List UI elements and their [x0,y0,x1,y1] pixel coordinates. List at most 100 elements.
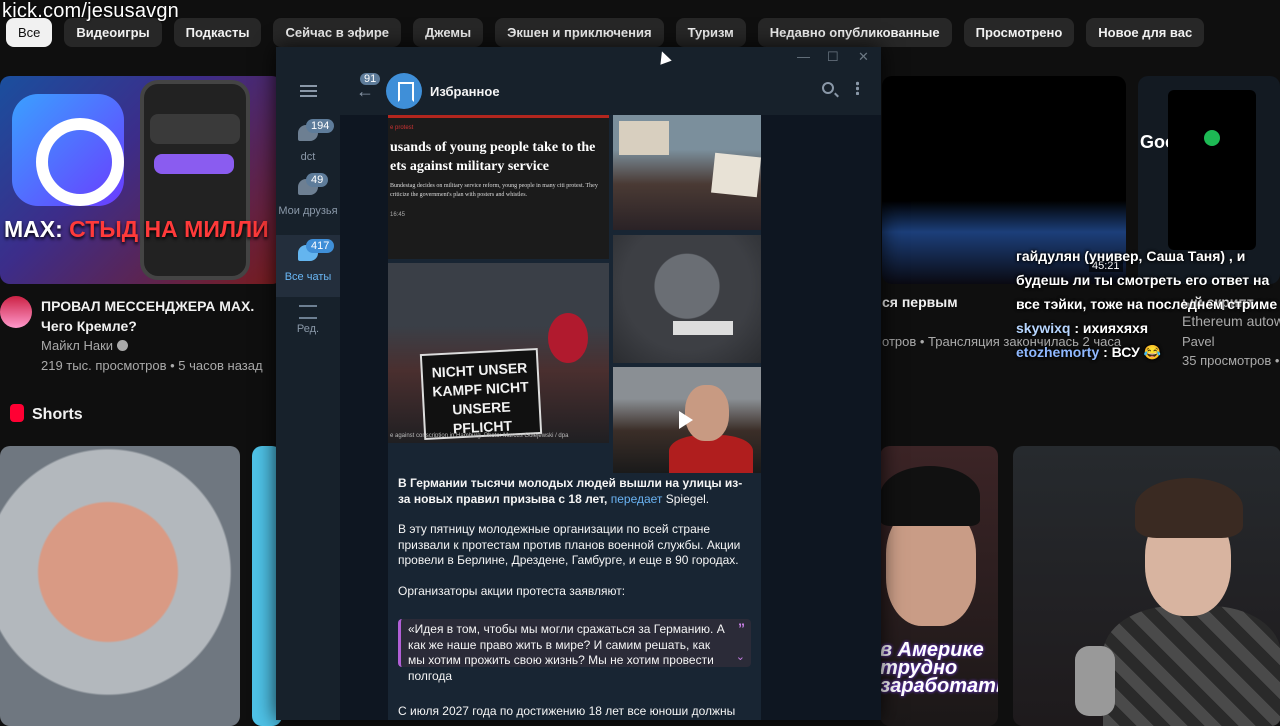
video-title[interactable]: ся первым [882,294,958,310]
crowd-photo[interactable] [613,235,761,363]
quote-text: «Идея в том, чтобы мы могли сражаться за… [408,622,725,683]
protest-photo[interactable] [613,115,761,230]
folder-label: Ред. [296,323,320,335]
unread-badge: 417 [306,239,335,253]
play-icon[interactable] [679,411,693,429]
category-chips: Все Видеоигры Подкасты Сейчас в эфире Дж… [6,18,1205,47]
media-album[interactable]: e protest usands of young people take to… [388,115,761,473]
message-paragraph: С июля 2027 года по достижению 18 лет вс… [398,704,736,718]
thumbnail-caption: MAX: СТЫД НА МИЛЛИ [4,216,269,243]
chip-tourism[interactable]: Туризм [675,18,746,47]
max-logo-icon [12,94,124,206]
chip-live[interactable]: Сейчас в эфире [273,18,402,47]
folder-all-chats[interactable]: 417 Все чаты [276,235,340,297]
folder-dct[interactable]: 194 dct [276,115,340,177]
folder-edit[interactable]: Ред. [276,299,340,361]
chip-podcasts[interactable]: Подкасты [173,18,262,47]
chat-user: skywixq [1016,320,1071,336]
search-icon[interactable] [822,82,834,94]
article-lede: Bundestag decides on military service re… [390,183,598,198]
chat-message: гайдулян (универ, Саша Таня) , и будешь … [1016,248,1278,312]
video-title[interactable]: ПРОВАЛ МЕССЕНДЖЕРА MAX. Чего Кремле? [41,296,281,336]
unread-badge: 49 [306,173,329,187]
channel-avatar[interactable] [0,296,32,328]
close-icon[interactable]: ✕ [858,49,869,65]
protest-sign [711,152,761,198]
success-icon [1204,130,1220,146]
video-thumbnail[interactable]: MAX: СТЫД НА МИЛЛИ [0,76,282,284]
blockquote[interactable]: «Идея в том, чтобы мы могли сражаться за… [398,619,751,683]
source-link[interactable]: передает [611,492,663,506]
chat-user: etozhemorty [1016,344,1100,360]
placard-text: NICHT UNSER KAMPF NICHT UNSERE PFLICHT [431,359,530,437]
hamburger-menu-icon[interactable] [300,85,317,97]
window-titlebar[interactable]: — ☐ ✕ [276,47,881,69]
message-bubble [154,154,234,174]
microphone-image [1075,646,1115,716]
maximize-icon[interactable]: ☐ [827,49,839,65]
message-bubble [150,114,240,144]
chip-jams[interactable]: Джемы [413,18,484,47]
shorts-icon [10,404,24,422]
chat-message: etozhemorty : ВСУ 😂 [1016,340,1280,364]
edit-folders-icon [299,305,317,319]
caption-part: СТЫД НА МИЛЛИ [69,216,269,242]
short-thumbnail[interactable] [0,446,240,726]
message-list[interactable]: e protest usands of young people take to… [340,115,881,720]
folders-sidebar: 194 dct 49 Мои друзья 417 Все чаты Ред. [276,69,340,720]
message-bubble[interactable]: e protest usands of young people take to… [388,115,761,720]
folder-label: Мои друзья [278,205,338,217]
chat-header: ← 91 Избранное [340,69,881,115]
phone-image [140,80,250,280]
folder-label: Все чаты [284,271,332,283]
more-options-icon[interactable] [856,81,859,95]
message-paragraph: В эту пятницу молодежные организации по … [398,522,741,567]
source-name: Spiegel. [662,491,710,506]
chip-new-for-you[interactable]: Новое для вас [1086,18,1205,47]
chip-recent[interactable]: Недавно опубликованные [757,18,952,47]
unread-badge: 91 [360,73,381,85]
chat-text: : ВСУ 😂 [1099,344,1162,360]
chat-message: skywixq : ихияхяхя [1016,316,1280,340]
chat-title[interactable]: Избранное [430,84,500,99]
video-attachment[interactable] [613,367,761,473]
article-screenshot[interactable]: e protest usands of young people take to… [388,115,609,259]
shirt-image [1103,606,1280,726]
shorts-label: Shorts [32,406,83,423]
folder-my-friends[interactable]: 49 Мои друзья [276,169,340,231]
short-thumbnail[interactable] [1013,446,1280,726]
verified-icon [117,340,129,351]
caption-part: MAX: [4,216,70,242]
banner [673,321,733,335]
folder-label: dct [300,151,316,163]
protest-sign [619,121,669,155]
chip-watched[interactable]: Просмотрено [963,18,1075,47]
cap-image [880,466,980,526]
placard-photo[interactable]: NICHT UNSER KAMPF NICHT UNSERE PFLICHT e… [388,263,609,443]
chat-text: : ихияхяхя [1070,320,1149,336]
message-text: В Германии тысячи молодых людей вышли на… [398,476,753,614]
stream-watermark: kick.com/jesusavgn [2,0,179,22]
message-paragraph: Организаторы акции протеста заявляют: [398,583,626,598]
chevron-down-icon[interactable]: ⌄ [736,650,745,666]
person-image [548,313,588,363]
channel-label: Майкл Наки [41,338,114,353]
quote-icon: ” [738,620,745,636]
saved-messages-icon[interactable] [386,73,422,109]
stream-chat-overlay: гайдулян (универ, Саша Таня) , и будешь … [1016,244,1280,364]
phone-image [1168,90,1256,250]
hair-image [1135,478,1243,538]
short-caption: в Америке трудно заработать [880,639,998,697]
video-info: ПРОВАЛ МЕССЕНДЖЕРА MAX. Чего Кремле? Май… [0,296,282,376]
shorts-heading: Shorts [10,404,83,424]
video-meta: 219 тыс. просмотров • 5 часов назад [41,358,263,373]
chip-action[interactable]: Экшен и приключения [495,18,664,47]
short-thumbnail[interactable]: в Америке трудно заработать [880,446,998,726]
photo-credit: e against conscription in Hamburg. Photo… [390,433,569,439]
minimize-icon[interactable]: — [797,49,810,64]
article-headline: usands of young people take to the ets a… [390,140,596,174]
article-tag: e protest [390,125,414,131]
article-time: 16:45 [390,212,406,218]
channel-name[interactable]: Майкл Наки [41,338,129,353]
telegram-window: — ☐ ✕ 194 dct 49 Мои друзья 417 Все чаты… [276,47,881,720]
